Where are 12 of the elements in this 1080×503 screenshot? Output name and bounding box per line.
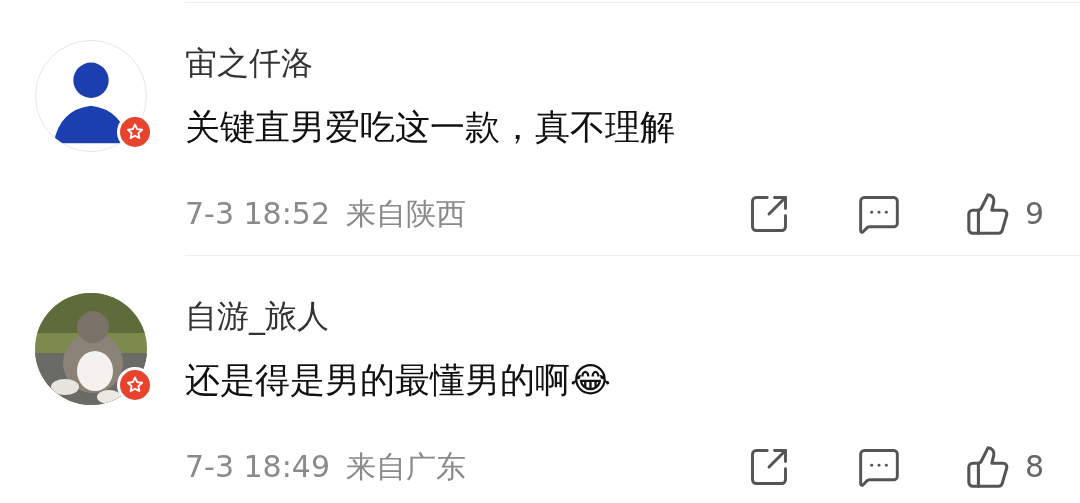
username[interactable]: 宙之仟洛: [185, 41, 313, 85]
comment-location: 来自广东: [346, 448, 466, 486]
comment-text: 还是得是男的最懂男的啊😂: [185, 359, 611, 402]
comment-time: 7-3 18:49: [185, 448, 330, 486]
like-count: 9: [1024, 195, 1044, 233]
comment-text: 关键直男爱吃这一款，真不理解: [185, 106, 675, 149]
like-icon[interactable]: [964, 444, 1011, 490]
comment-location: 来自陕西: [346, 195, 466, 233]
username[interactable]: 自游_旅人: [185, 294, 329, 338]
like-count: 8: [1024, 448, 1044, 486]
like-icon[interactable]: [964, 191, 1011, 237]
comment-time: 7-3 18:52: [185, 195, 330, 233]
